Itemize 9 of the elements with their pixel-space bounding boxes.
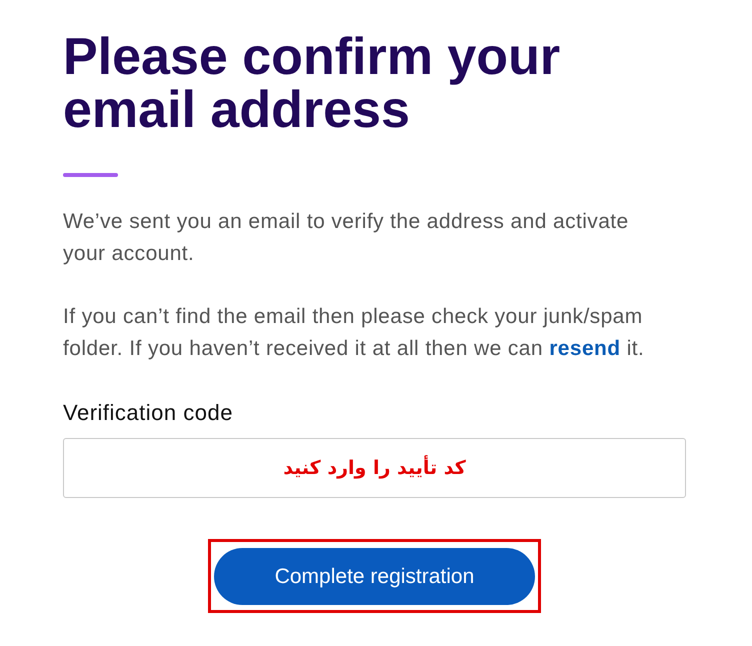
accent-rule xyxy=(63,173,118,177)
complete-registration-button[interactable]: Complete registration xyxy=(214,548,535,605)
field-label: Verification code xyxy=(63,401,233,425)
info-paragraph: If you can’t find the email then please check your junk/spam folder. If you haven’t received it at all then we can resend it. xyxy=(63,304,646,362)
resend-link[interactable]: resend xyxy=(549,337,620,360)
annotation-text: کد تأیید را وارد کنید xyxy=(283,454,466,481)
info-paragraph: We’ve sent you an email to verify the address and activate your account. xyxy=(63,209,630,267)
input-field[interactable] xyxy=(63,438,686,498)
page-title: Please confirm your email address xyxy=(63,31,562,137)
